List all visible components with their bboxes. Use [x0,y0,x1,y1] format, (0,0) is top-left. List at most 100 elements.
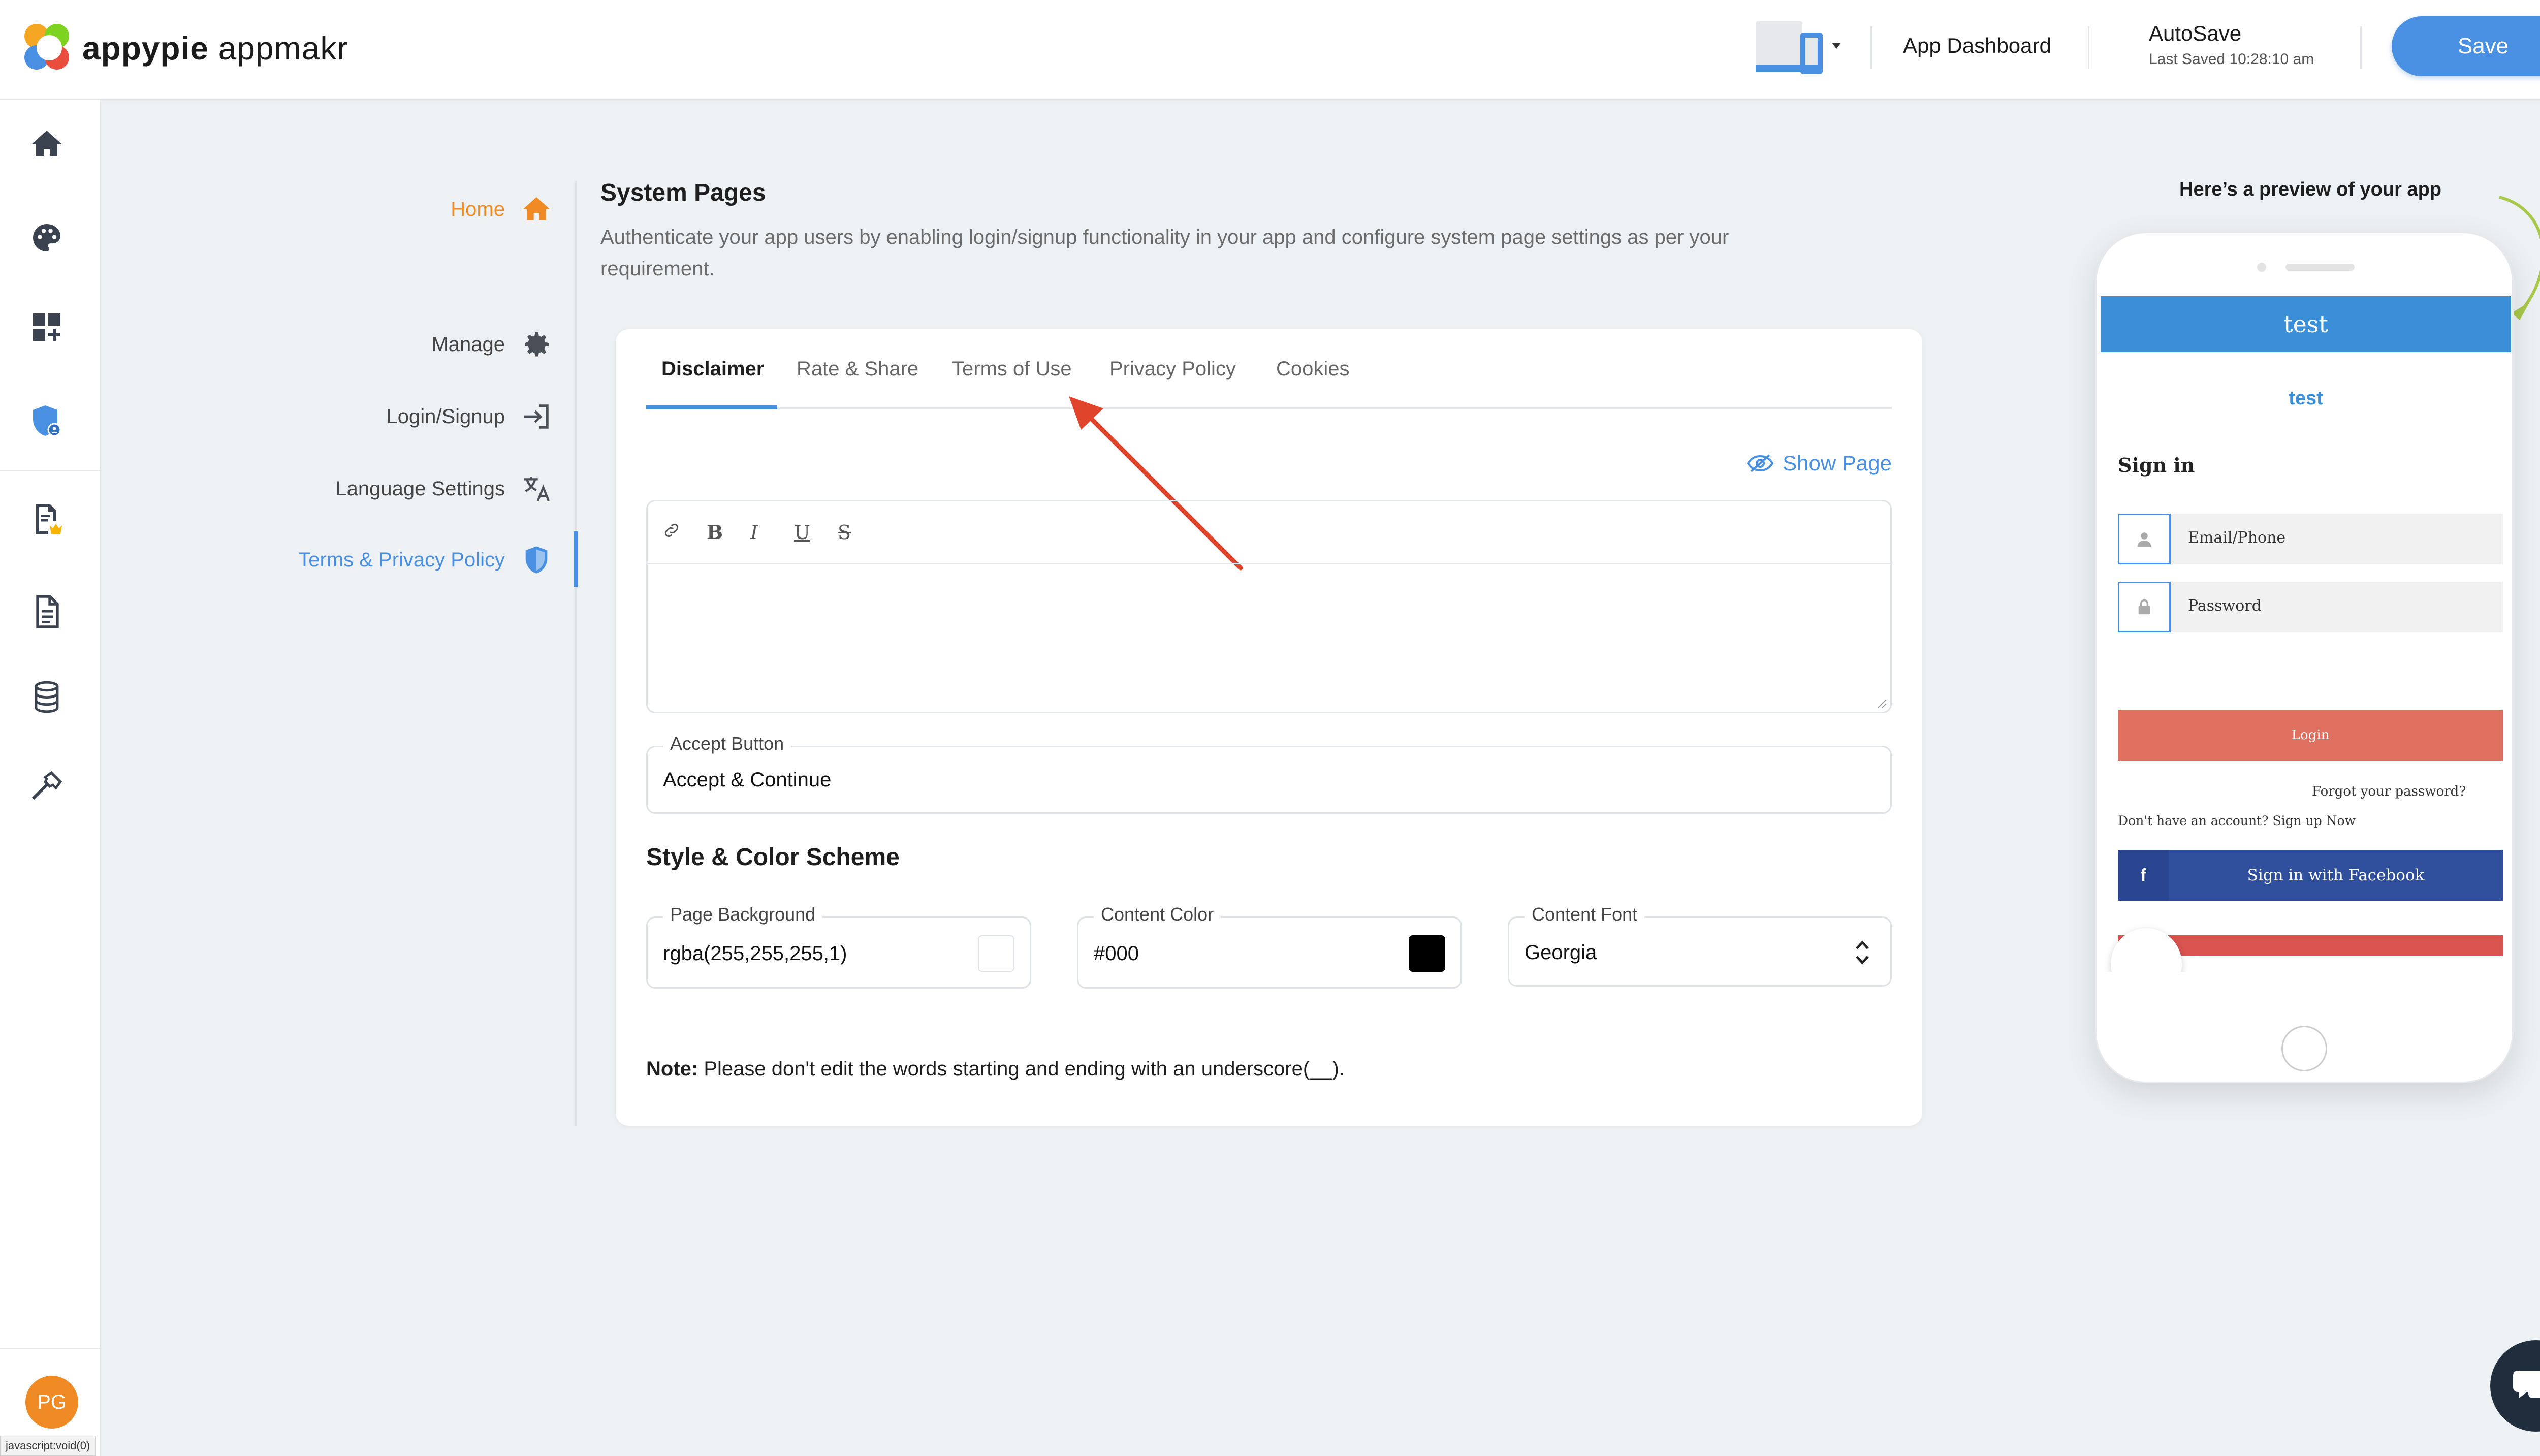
page-title: System Pages [600,179,766,206]
content-color-label: Content Color [1094,904,1221,925]
preview-email-placeholder: Email/Phone [2188,529,2286,547]
active-tab-underline [646,405,777,409]
menu-item-language-settings[interactable]: Language Settings [335,472,553,505]
rail-divider [0,1348,101,1349]
tab-terms-of-use[interactable]: Terms of Use [952,358,1072,381]
preview-label: Here’s a preview of your app [2179,179,2441,200]
preview-signup-link[interactable]: Don't have an account? Sign up Now [2118,813,2356,828]
accept-button-label: Accept Button [663,733,791,754]
top-bar: appypie appmakr App Dashboard AutoSave L… [0,0,2540,100]
content-font-select[interactable]: Content Font Georgia [1508,904,1892,987]
page-background-value: rgba(255,255,255,1) [663,942,847,965]
phone-camera [2257,263,2266,272]
logo-bold: appypie [82,30,209,67]
editor-content-area[interactable] [648,564,1890,712]
resize-grip-icon[interactable] [1876,698,1887,709]
preview-facebook-button[interactable]: f Sign in with Facebook [2118,850,2503,901]
italic-button[interactable]: I [750,521,794,544]
status-bar-url: javascript:void(0) [0,1436,96,1456]
autosave-label: AutoSave [2149,21,2242,45]
tab-rate-share[interactable]: Rate & Share [797,358,918,381]
phone-preview: test test Sign in Email/Phone Password L… [2095,232,2514,1083]
tab-cookies[interactable]: Cookies [1276,358,1350,381]
header-divider [2088,26,2089,69]
document-icon[interactable] [28,593,65,630]
style-color-title: Style & Color Scheme [646,844,900,871]
show-page-button[interactable]: Show Page [1746,451,1892,476]
strikethrough-button[interactable]: S [838,521,881,544]
hammer-icon[interactable] [28,768,65,805]
appypie-logo[interactable]: appypie appmakr [24,20,348,76]
menu-label-home: Home [451,198,505,220]
appypie-logo-mark [24,24,73,73]
content-font-label: Content Font [1525,904,1645,925]
chat-bubbles-icon [2513,1371,2540,1398]
menu-label-manage: Manage [431,333,505,356]
preview-sign-in-title: Sign in [2118,454,2195,477]
accept-button-field[interactable]: Accept Button Accept & Continue [646,733,1892,814]
menu-divider [575,181,577,1126]
database-icon[interactable] [28,679,65,715]
header-divider [2360,26,2362,69]
menu-label-login-signup: Login/Signup [386,405,505,428]
home-icon[interactable] [28,126,65,163]
phone-speaker [2285,264,2355,271]
user-icon [2118,514,2171,564]
preview-header: test [2101,296,2511,352]
shield-icon [520,544,553,576]
save-button[interactable]: Save [2392,16,2540,76]
app-dashboard-link[interactable]: App Dashboard [1903,34,2051,58]
select-arrows-icon [1856,940,1869,965]
add-grid-icon[interactable] [28,309,65,345]
menu-label-language-settings: Language Settings [335,477,505,500]
translate-icon [520,472,553,505]
content-color-value: #000 [1094,942,1139,965]
preview-login-button[interactable]: Login [2118,710,2503,761]
lock-icon [2118,582,2171,632]
note-body: Please don't edit the words starting and… [698,1058,1345,1080]
underline-button[interactable]: U [794,521,838,544]
logo-light: appmakr [218,30,348,67]
preview-logo: test [2289,388,2323,409]
phone-screen: test test Sign in Email/Phone Password L… [2101,296,2511,972]
link-icon[interactable] [663,521,707,544]
preview-password-input[interactable]: Password [2118,582,2503,632]
show-page-label: Show Page [1783,451,1892,475]
header-divider [1870,26,1872,69]
eye-icon [1747,454,1774,472]
content-font-value: Georgia [1525,941,1597,964]
preview-email-input[interactable]: Email/Phone [2118,514,2503,564]
palette-icon[interactable] [28,219,65,256]
editor-toolbar: B I U S [648,501,1890,564]
accept-button-value: Accept & Continue [663,769,832,791]
tab-privacy-policy[interactable]: Privacy Policy [1109,358,1236,381]
doc-crown-icon[interactable] [28,501,65,537]
last-saved-time: Last Saved 10:28:10 am [2149,51,2314,68]
tab-disclaimer[interactable]: Disclaimer [661,358,764,381]
logo-text: appypie appmakr [82,29,348,67]
shield-user-icon[interactable] [28,402,65,439]
login-icon [520,400,553,433]
page-background-field[interactable]: Page Background rgba(255,255,255,1) [646,904,1031,989]
tab-bar: Disclaimer Rate & Share Terms of Use Pri… [646,329,1892,409]
note-text: Note: Please don't edit the words starti… [646,1058,1345,1081]
menu-item-manage[interactable]: Manage [431,328,553,361]
menu-item-terms-privacy[interactable]: Terms & Privacy Policy [298,544,553,576]
preview-password-placeholder: Password [2188,597,2262,615]
phone-home-button [2281,1026,2327,1071]
page-background-label: Page Background [663,904,823,925]
content-color-swatch[interactable] [1409,935,1445,972]
content-color-field[interactable]: Content Color #000 [1077,904,1462,989]
menu-label-terms-privacy: Terms & Privacy Policy [298,548,505,571]
facebook-icon: f [2118,850,2169,901]
page-description: Authenticate your app users by enabling … [600,226,1729,280]
user-avatar[interactable]: PG [25,1376,78,1429]
page-background-swatch[interactable] [978,935,1014,972]
chat-button[interactable] [2490,1340,2540,1432]
left-rail [0,100,101,1456]
bold-button[interactable]: B [707,521,750,544]
device-switcher-icon[interactable] [1756,20,1847,76]
menu-item-login-signup[interactable]: Login/Signup [386,400,553,433]
preview-forgot-password[interactable]: Forgot your password? [2312,784,2466,799]
menu-item-home[interactable]: Home [451,193,553,226]
